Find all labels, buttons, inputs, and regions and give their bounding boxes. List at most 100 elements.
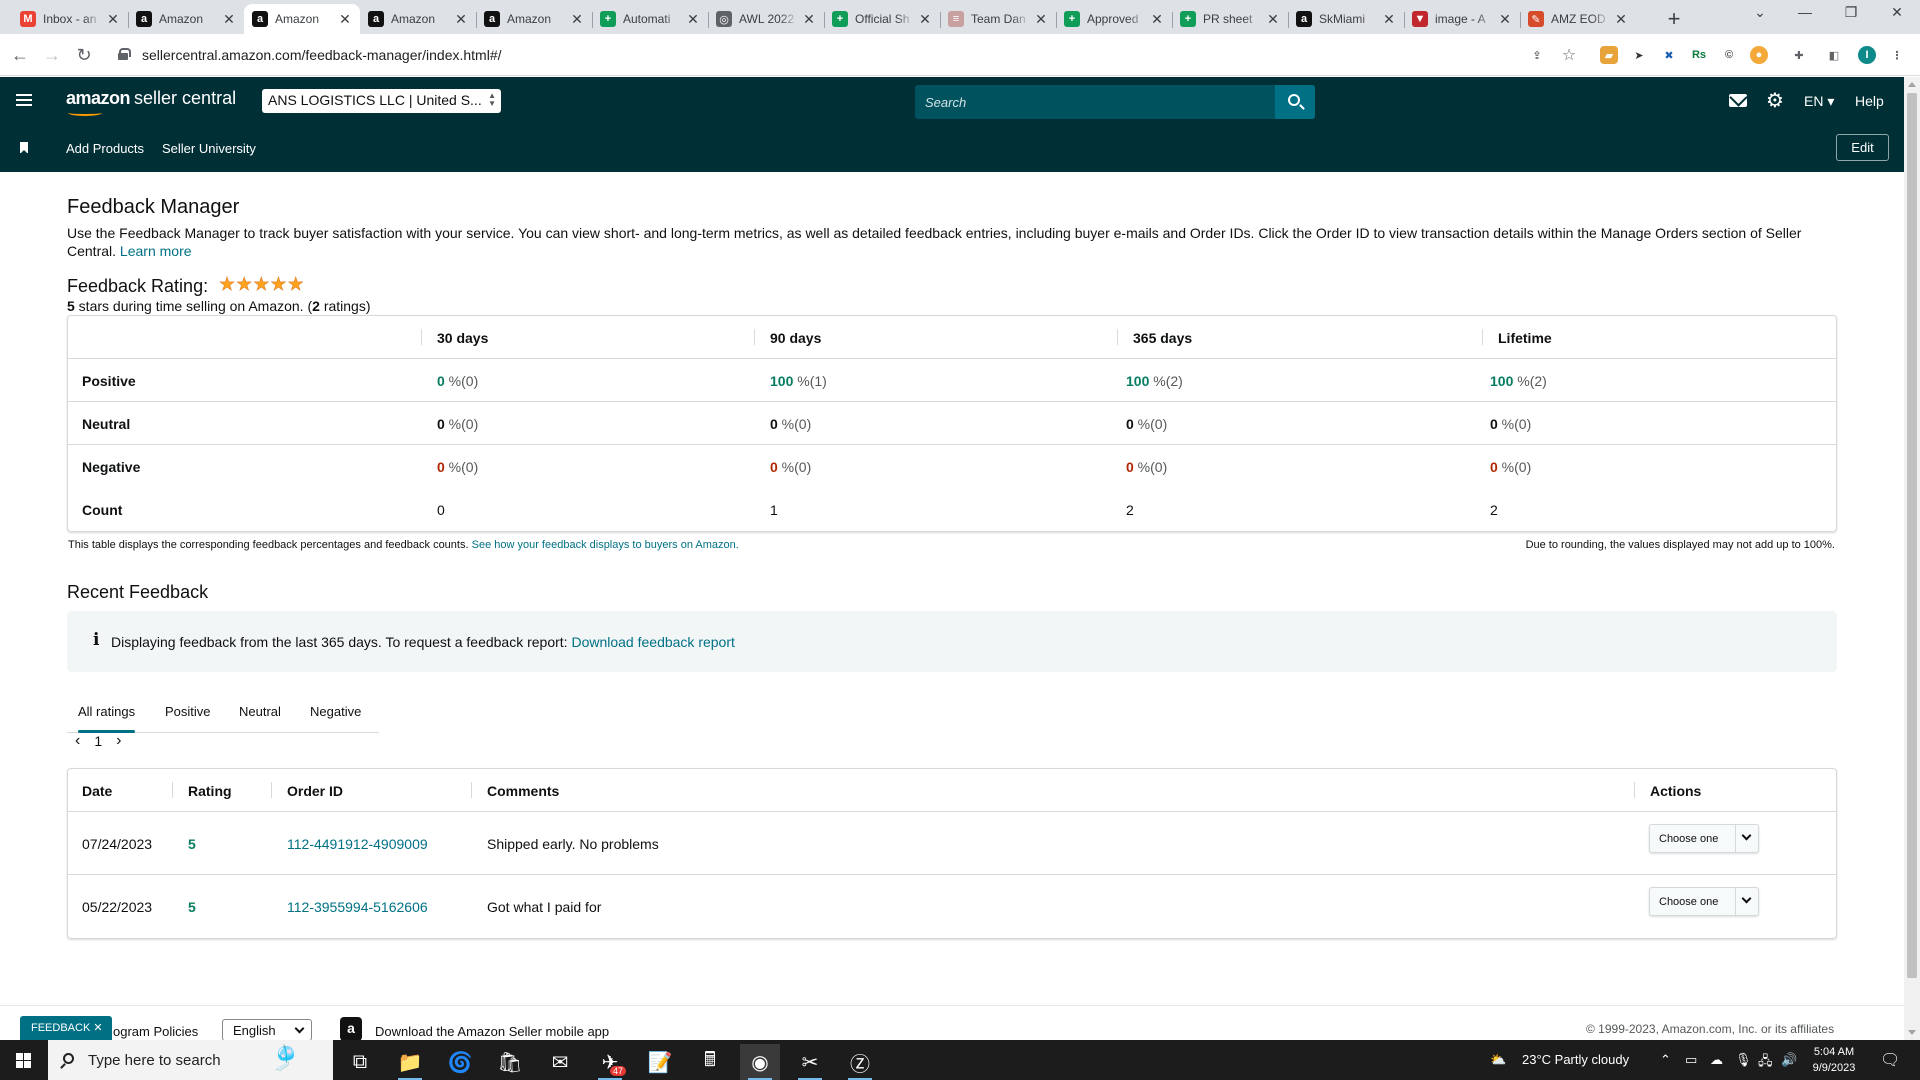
microphone-icon[interactable]: 🎙 — [1735, 1052, 1752, 1068]
browser-tab[interactable]: a SkMiami ✕ — [1288, 4, 1404, 34]
windows-start-icon[interactable] — [16, 1053, 31, 1068]
browser-tab[interactable]: ▼ image - A ✕ — [1404, 4, 1520, 34]
page-scrollbar[interactable] — [1904, 77, 1920, 1040]
search-input[interactable]: Search — [925, 95, 966, 110]
edge-icon[interactable]: 🌀 — [440, 1044, 480, 1080]
browser-tab[interactable]: + Automati ✕ — [592, 4, 708, 34]
close-tab-icon[interactable]: ✕ — [918, 11, 932, 28]
scrollbar-thumb[interactable] — [1907, 93, 1917, 978]
telegram-icon[interactable]: ✈ 47 — [590, 1044, 630, 1080]
scroll-down-icon[interactable] — [1908, 1030, 1916, 1035]
browser-tab[interactable]: a Amazon ✕ — [476, 4, 592, 34]
extension-bag-icon[interactable]: ▰ — [1600, 46, 1618, 64]
chrome-icon[interactable]: ◉ — [740, 1044, 780, 1080]
close-tab-icon[interactable]: ✕ — [1150, 11, 1164, 28]
actions-dropdown[interactable]: Choose one — [1649, 824, 1759, 853]
nav-add-products[interactable]: Add Products — [66, 141, 144, 156]
volume-icon[interactable]: 🔊 — [1781, 1052, 1797, 1068]
extensions-puzzle-icon[interactable]: ✚ — [1790, 46, 1808, 64]
extension-arrow-icon[interactable]: ➤ — [1630, 46, 1648, 64]
close-tab-icon[interactable]: ✕ — [1266, 11, 1280, 28]
tab-all-ratings[interactable]: All ratings — [78, 704, 136, 733]
program-policies-link[interactable]: ogram Policies — [113, 1024, 198, 1039]
buyer-display-link[interactable]: See how your feedback displays to buyers… — [472, 539, 739, 551]
search-button[interactable] — [1275, 85, 1315, 119]
next-page-icon[interactable]: › — [116, 732, 121, 750]
profile-avatar[interactable]: I — [1858, 46, 1876, 64]
browser-menu-icon[interactable]: ⋮ — [1888, 46, 1906, 64]
back-icon[interactable]: ← — [8, 43, 32, 67]
address-bar[interactable]: sellercentral.amazon.com/feedback-manage… — [104, 39, 1804, 71]
close-tab-icon[interactable]: ✕ — [454, 11, 468, 28]
close-tab-icon[interactable]: ✕ — [802, 11, 816, 28]
download-report-link[interactable]: Download feedback report — [571, 634, 734, 650]
browser-tab[interactable]: a Amazon ✕ — [128, 4, 244, 34]
share-icon[interactable]: ⇪ — [1528, 46, 1546, 64]
close-tab-icon[interactable]: ✕ — [570, 11, 584, 28]
browser-tab[interactable]: + Official Sh ✕ — [824, 4, 940, 34]
zoom-icon[interactable]: Ⓩ — [840, 1044, 880, 1080]
close-tab-icon[interactable]: ✕ — [686, 11, 700, 28]
footer-language-select[interactable]: English — [222, 1019, 312, 1041]
account-switcher[interactable]: ANS LOGISTICS LLC | United S... ▲ ▼ — [262, 89, 501, 113]
tab-negative[interactable]: Negative — [310, 704, 361, 719]
tab-search-icon[interactable]: ⌄ — [1745, 4, 1775, 26]
close-tab-icon[interactable]: ✕ — [1034, 11, 1048, 28]
tab-neutral[interactable]: Neutral — [239, 704, 281, 719]
network-icon[interactable]: 🖧 — [1758, 1052, 1773, 1074]
minimize-icon[interactable]: — — [1790, 4, 1820, 26]
close-tab-icon[interactable]: ✕ — [338, 11, 352, 28]
search-bar[interactable]: Search — [915, 85, 1315, 119]
bookmark-star-icon[interactable]: ☆ — [1560, 46, 1578, 64]
extension-c-icon[interactable]: © — [1720, 46, 1738, 64]
feedback-tab-button[interactable]: FEEDBACK ✕ — [20, 1016, 112, 1040]
browser-tab[interactable]: + Approved ✕ — [1056, 4, 1172, 34]
mobile-app-link[interactable]: Download the Amazon Seller mobile app — [375, 1024, 609, 1039]
snipping-tool-icon[interactable]: ✂ — [790, 1044, 830, 1080]
extension-rs-icon[interactable]: Rs — [1690, 46, 1708, 64]
browser-tab[interactable]: + PR sheet ✕ — [1172, 4, 1288, 34]
mail-icon[interactable] — [1729, 94, 1747, 107]
nav-seller-university[interactable]: Seller University — [162, 141, 256, 156]
page-number[interactable]: 1 — [94, 733, 102, 749]
mail-app-icon[interactable]: ✉ — [540, 1044, 580, 1080]
close-tab-icon[interactable]: ✕ — [1498, 11, 1512, 28]
file-explorer-icon[interactable]: 📁 — [390, 1044, 430, 1080]
new-tab-button[interactable]: + — [1662, 6, 1686, 32]
help-link[interactable]: Help — [1855, 93, 1884, 109]
restore-icon[interactable]: ❐ — [1836, 4, 1866, 26]
close-tab-icon[interactable]: ✕ — [222, 11, 236, 28]
browser-tab[interactable]: ◎ AWL 2022 ✕ — [708, 4, 824, 34]
order-id-link[interactable]: 112-3955994-5162606 — [287, 899, 428, 915]
store-icon[interactable]: 🛍 — [490, 1044, 530, 1080]
taskbar-search[interactable]: Type here to search 🎐 — [48, 1040, 333, 1080]
reload-icon[interactable]: ↻ — [72, 43, 96, 67]
calculator-icon[interactable]: 🖩 — [690, 1044, 730, 1080]
close-tab-icon[interactable]: ✕ — [1614, 11, 1628, 28]
weather-icon[interactable]: ⛅ — [1490, 1052, 1506, 1068]
gear-icon[interactable]: ⚙ — [1766, 91, 1784, 111]
close-window-icon[interactable]: ✕ — [1882, 4, 1912, 26]
seller-central-logo[interactable]: amazon seller central — [66, 88, 236, 116]
side-panel-icon[interactable]: ◧ — [1825, 46, 1843, 64]
language-selector[interactable]: EN ▾ — [1804, 93, 1834, 110]
hamburger-menu-icon[interactable] — [16, 94, 32, 106]
close-tab-icon[interactable]: ✕ — [1382, 11, 1396, 28]
browser-tab[interactable]: ✎ AMZ EOD ✕ — [1520, 4, 1636, 34]
tab-positive[interactable]: Positive — [165, 704, 211, 719]
onedrive-icon[interactable]: ☁ — [1710, 1052, 1723, 1068]
tray-chevron-icon[interactable]: ⌃ — [1660, 1052, 1671, 1068]
browser-tab[interactable]: ≡ Team Dan ✕ — [940, 4, 1056, 34]
prev-page-icon[interactable]: ‹ — [75, 732, 80, 750]
close-tab-icon[interactable]: ✕ — [106, 11, 120, 28]
extension-x-icon[interactable]: ✖ — [1660, 46, 1678, 64]
extension-orange-icon[interactable]: ● — [1750, 46, 1768, 64]
system-clock[interactable]: 5:04 AM 9/9/2023 — [1804, 1044, 1864, 1076]
notepad-icon[interactable]: 📝 — [640, 1044, 680, 1080]
order-id-link[interactable]: 112-4491912-4909009 — [287, 836, 428, 852]
tray-battery-icon[interactable]: ▭ — [1685, 1052, 1697, 1068]
scroll-up-icon[interactable] — [1908, 82, 1916, 87]
task-view-icon[interactable]: ⧉ — [340, 1044, 380, 1080]
browser-tab[interactable]: M Inbox - an ✕ — [12, 4, 128, 34]
bookmark-icon[interactable] — [20, 142, 28, 154]
